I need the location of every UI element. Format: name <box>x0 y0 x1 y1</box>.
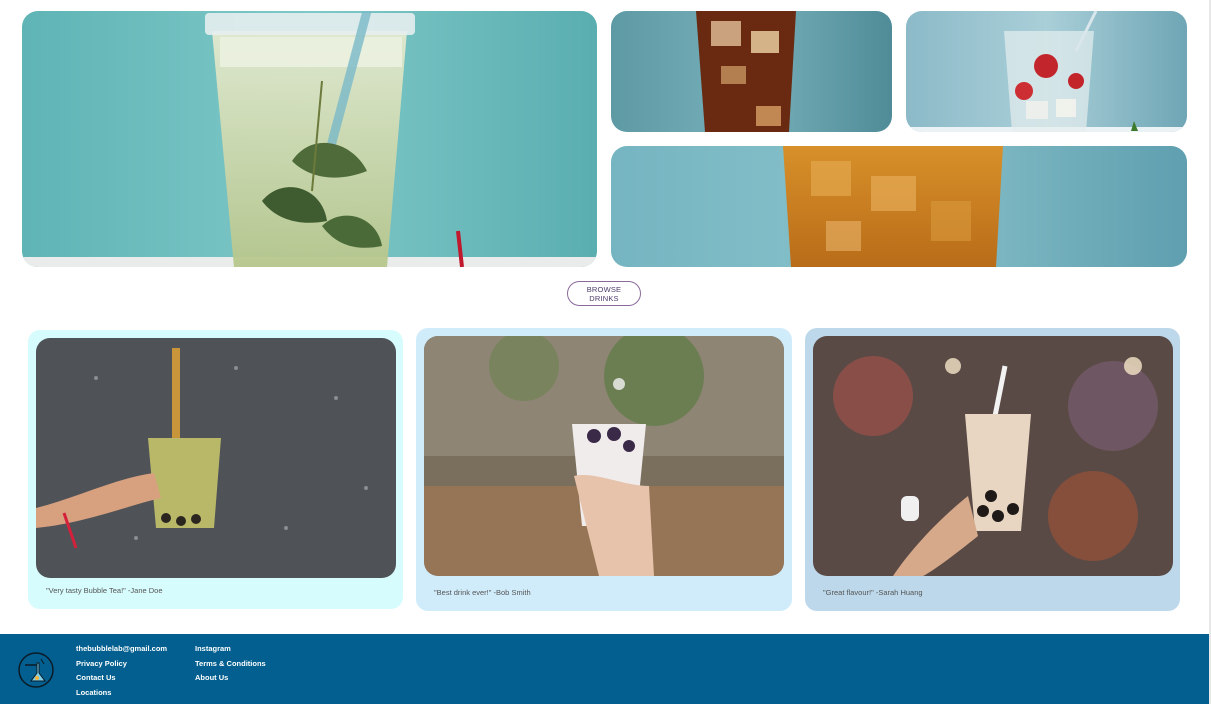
footer-link-terms[interactable]: Terms & Conditions <box>195 659 266 670</box>
testimonial-card: "Very tasty Bubble Tea!" -Jane Doe <box>28 330 403 609</box>
testimonial-card: "Best drink ever!" -Bob Smith <box>416 328 792 611</box>
testimonial-quote: "Very tasty Bubble Tea!" -Jane Doe <box>46 586 163 595</box>
testimonial-photo-taro <box>424 336 784 576</box>
gallery-image-strawberry-drink <box>906 11 1187 132</box>
footer-links-column-1: thebubblelab@gmail.com Privacy Policy Co… <box>76 644 167 698</box>
gallery-image-iced-tea <box>611 11 892 132</box>
footer-link-locations[interactable]: Locations <box>76 688 167 699</box>
footer: thebubblelab@gmail.com Privacy Policy Co… <box>0 634 1209 704</box>
gallery-image-green-tea <box>22 11 597 267</box>
footer-link-email[interactable]: thebubblelab@gmail.com <box>76 644 167 655</box>
testimonial-photo-milk-tea <box>813 336 1173 576</box>
footer-link-contact-us[interactable]: Contact Us <box>76 673 167 684</box>
footer-link-instagram[interactable]: Instagram <box>195 644 266 655</box>
browse-drinks-button[interactable]: BROWSE DRINKS <box>567 281 641 306</box>
footer-link-about-us[interactable]: About Us <box>195 673 266 684</box>
testimonial-photo-matcha <box>36 338 396 578</box>
footer-link-privacy-policy[interactable]: Privacy Policy <box>76 659 167 670</box>
bubble-lab-logo-icon[interactable] <box>17 651 55 689</box>
testimonial-quote: "Best drink ever!" -Bob Smith <box>434 588 531 597</box>
testimonial-card: "Great flavour!" -Sarah Huang <box>805 328 1180 611</box>
testimonial-quote: "Great flavour!" -Sarah Huang <box>823 588 923 597</box>
footer-links-column-2: Instagram Terms & Conditions About Us <box>195 644 266 684</box>
gallery-image-mango-tea <box>611 146 1187 267</box>
